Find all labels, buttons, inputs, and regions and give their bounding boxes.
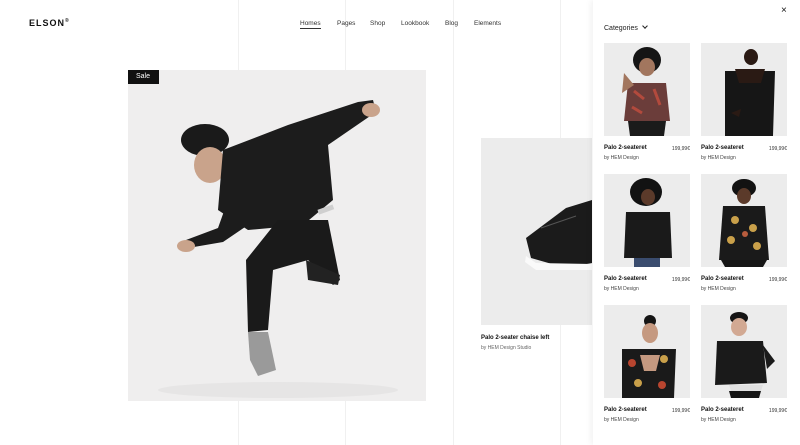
nav-item-shop[interactable]: Shop — [370, 20, 385, 27]
product-name[interactable]: Palo 2-seateret — [604, 276, 647, 282]
product-card[interactable]: Palo 2-seateret 199,99€ by HEM Design — [701, 174, 787, 292]
nav-item-blog[interactable]: Blog — [445, 20, 458, 27]
product-card[interactable]: Palo 2-seateret 199,99€ by HEM Design — [701, 305, 787, 423]
nav-item-lookbook[interactable]: Lookbook — [401, 20, 429, 27]
nav-item-homes[interactable]: Homes — [300, 20, 321, 29]
page: ELSON® Homes Pages Shop Lookbook Blog El… — [0, 0, 800, 445]
model-photo — [158, 100, 398, 398]
nav-item-pages[interactable]: Pages — [337, 20, 355, 27]
product-card[interactable]: Palo 2-seateret 199,99€ by HEM Design — [604, 305, 690, 423]
sneaker-product-image[interactable] — [481, 138, 592, 325]
product-brand: by HEM Design — [604, 155, 639, 161]
product-price: 199,99€ — [671, 408, 690, 414]
product-image[interactable] — [604, 174, 690, 267]
sneaker-photo — [525, 200, 592, 270]
product-card[interactable]: Palo 2-seateret 199,99€ by HEM Design — [604, 43, 690, 161]
product-brand: by HEM Design — [604, 417, 639, 423]
product-name[interactable]: Palo 2-seateret — [701, 276, 744, 282]
model-photo — [622, 47, 670, 136]
model-photo — [624, 178, 672, 267]
product-name[interactable]: Palo 2-seateret — [701, 407, 744, 413]
product-price: 199,99€ — [671, 277, 690, 283]
product-brand: by HEM Design — [701, 155, 736, 161]
model-photo — [719, 179, 769, 267]
logo-mark: ® — [65, 18, 70, 24]
grid-line — [453, 0, 454, 445]
product-image[interactable] — [701, 305, 787, 398]
product-price: 199,99€ — [768, 408, 787, 414]
chevron-down-icon — [642, 23, 648, 29]
sale-badge: Sale — [128, 70, 159, 84]
product-image[interactable] — [604, 305, 690, 398]
product-name[interactable]: Palo 2-seateret — [604, 145, 647, 151]
model-photo — [622, 315, 676, 398]
product-price: 199,99€ — [768, 277, 787, 283]
product-card[interactable]: Palo 2-seateret 199,99€ by HEM Design — [701, 43, 787, 161]
model-photo — [715, 312, 775, 398]
product-price: 199,99€ — [768, 146, 787, 152]
categories-label: Categories — [604, 25, 638, 32]
product-brand: by HEM Design — [701, 417, 736, 423]
product-name[interactable]: Palo 2-seateret — [604, 407, 647, 413]
product-image[interactable] — [701, 174, 787, 267]
hero-product-image[interactable] — [128, 70, 426, 401]
product-brand: by HEM Design — [701, 286, 736, 292]
product-card[interactable]: Palo 2-seateret 199,99€ by HEM Design — [604, 174, 690, 292]
model-photo — [725, 49, 775, 136]
logo-text: ELSON — [29, 18, 66, 28]
product-image[interactable] — [604, 43, 690, 136]
product-designer: by HEM Design Studio — [481, 345, 532, 351]
product-brand: by HEM Design — [604, 286, 639, 292]
close-icon[interactable]: × — [781, 5, 787, 16]
categories-dropdown[interactable]: Categories — [604, 23, 648, 32]
product-title[interactable]: Palo 2-seater chaise left — [481, 335, 549, 341]
product-name[interactable]: Palo 2-seateret — [701, 145, 744, 151]
nav-item-elements[interactable]: Elements — [474, 20, 501, 27]
site-logo[interactable]: ELSON® — [29, 18, 70, 28]
product-price: 199,99€ — [671, 146, 690, 152]
product-image[interactable] — [701, 43, 787, 136]
